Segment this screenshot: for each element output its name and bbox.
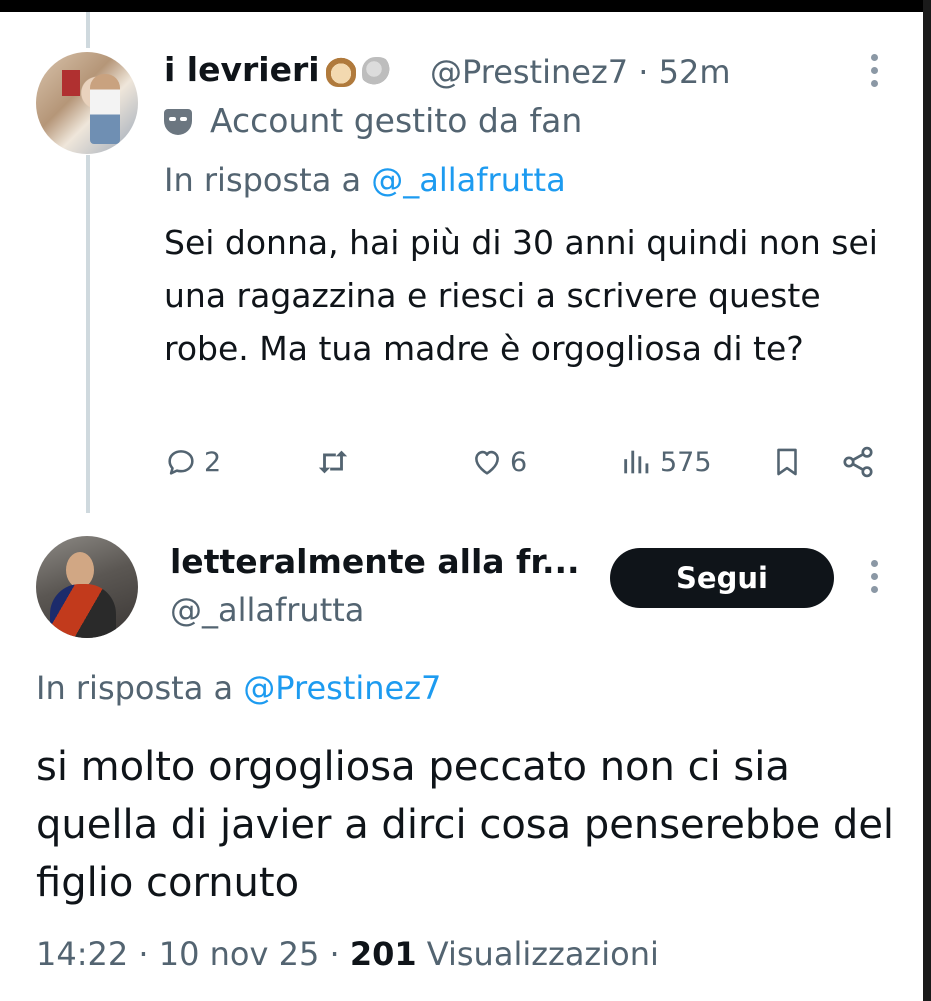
avatar-detail bbox=[62, 70, 80, 96]
account-label: Account gestito da fan bbox=[164, 100, 582, 142]
bookmark-button[interactable] bbox=[770, 440, 804, 484]
views-label: Visualizzazioni bbox=[426, 935, 659, 973]
separator: · bbox=[638, 53, 649, 91]
display-name[interactable]: letteralmente alla fr... bbox=[170, 540, 580, 584]
avatar-body bbox=[50, 584, 116, 638]
tweet-meta: 14:22 · 10 nov 25 · 201 Visualizzazioni bbox=[36, 934, 659, 974]
views-count: 575 bbox=[660, 446, 712, 478]
poodle-emoji-icon bbox=[361, 56, 392, 87]
tweet-text: si molto orgogliosa peccato non ci sia q… bbox=[36, 744, 895, 906]
reply-to-link[interactable]: @Prestinez7 bbox=[243, 669, 441, 707]
thread-line bbox=[86, 155, 90, 513]
reply-context: In risposta a @_allafrutta bbox=[164, 160, 566, 200]
views-count: 201 bbox=[349, 935, 417, 973]
handle[interactable]: @_allafrutta bbox=[170, 590, 364, 630]
reply-prefix: In risposta a bbox=[36, 669, 234, 707]
reply-context: In risposta a @Prestinez7 bbox=[36, 668, 441, 708]
separator: · bbox=[329, 935, 340, 973]
reply-prefix: In risposta a bbox=[164, 161, 362, 199]
views-chart-icon bbox=[624, 450, 649, 474]
handle-time-row: @Prestinez7 · 52m bbox=[430, 52, 731, 92]
avatar-figure bbox=[90, 74, 120, 144]
dog-emoji-icon bbox=[325, 56, 356, 87]
separator: · bbox=[138, 935, 149, 973]
thread-line-top bbox=[86, 12, 90, 48]
right-edge-bar bbox=[923, 0, 931, 1001]
more-options-icon[interactable] bbox=[869, 560, 879, 600]
bookmark-icon bbox=[777, 448, 797, 476]
avatar-head bbox=[66, 552, 94, 588]
avatar[interactable] bbox=[36, 52, 138, 154]
repost-icon bbox=[318, 450, 348, 474]
reply-icon bbox=[168, 450, 194, 475]
tweet-text: Sei donna, hai più di 30 anni quindi non… bbox=[164, 223, 878, 368]
reply-count: 2 bbox=[204, 446, 222, 478]
tweet-actions: 2 6 575 bbox=[164, 440, 884, 484]
share-icon bbox=[843, 446, 873, 478]
reply-button[interactable]: 2 bbox=[164, 440, 221, 484]
timestamp[interactable]: 52m bbox=[659, 53, 731, 91]
avatar[interactable] bbox=[36, 536, 138, 638]
views-button[interactable]: 575 bbox=[620, 440, 712, 484]
post-date[interactable]: 10 nov 25 bbox=[159, 935, 320, 973]
like-button[interactable]: 6 bbox=[470, 440, 527, 484]
share-button[interactable] bbox=[840, 440, 876, 484]
follow-button[interactable]: Segui bbox=[610, 548, 834, 608]
like-count: 6 bbox=[510, 446, 528, 478]
repost-button[interactable] bbox=[314, 440, 352, 484]
mask-icon bbox=[164, 109, 192, 135]
display-name[interactable]: i levrieri bbox=[164, 50, 320, 89]
reply-to-link[interactable]: @_allafrutta bbox=[371, 161, 565, 199]
tweet-author-row: i levrieri bbox=[164, 48, 392, 92]
post-time[interactable]: 14:22 bbox=[36, 935, 128, 973]
handle[interactable]: @Prestinez7 bbox=[430, 53, 628, 91]
top-edge-bar bbox=[0, 0, 931, 12]
more-options-icon[interactable] bbox=[869, 54, 879, 94]
heart-icon bbox=[475, 450, 499, 475]
account-label-text: Account gestito da fan bbox=[210, 101, 583, 140]
